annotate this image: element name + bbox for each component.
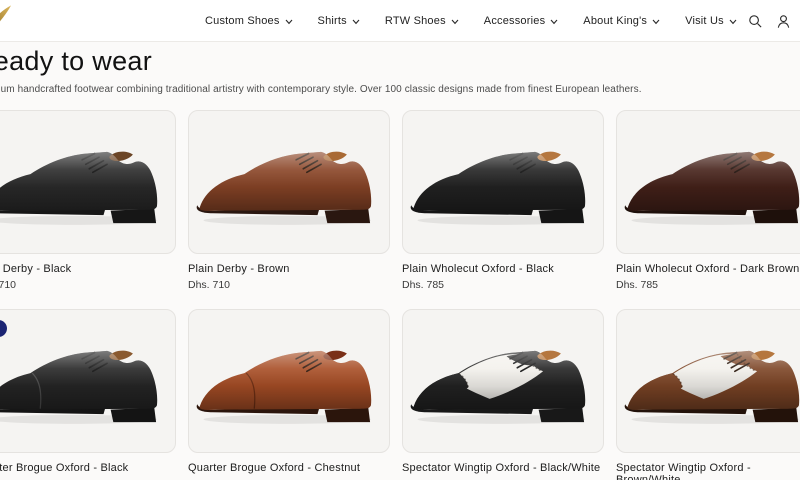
product-name[interactable]: Spectator Wingtip Oxford - Brown/White — [616, 462, 800, 480]
product-price: Dhs. 710 — [188, 279, 231, 291]
shoe-image — [624, 350, 800, 424]
page-title: Ready to wear — [0, 46, 152, 76]
product-grid: Plain Derby - Black Dhs. 710 — [0, 110, 800, 480]
product-card[interactable]: Spectator Wingtip Oxford - Brown/White — [616, 309, 800, 480]
shoe-image — [196, 350, 372, 424]
product-card[interactable]: Plain Derby - Brown Dhs. 710 — [188, 110, 390, 291]
product-price: Dhs. 785 — [616, 279, 659, 291]
page-subtitle: Premium handcrafted footwear combining t… — [0, 84, 642, 95]
product-name[interactable]: Quarter Brogue Oxford - Black — [0, 462, 176, 474]
nav-about-kings[interactable]: About King's — [583, 15, 660, 27]
product-image-frame — [402, 110, 604, 254]
main-nav: Custom Shoes Shirts RTW Shoes Accessorie… — [205, 0, 737, 42]
search-icon[interactable] — [748, 14, 763, 29]
product-card[interactable]: Sold out Quarter Brogue Oxford - Black — [0, 309, 176, 480]
shoe-image — [410, 151, 586, 225]
nav-rtw-shoes[interactable]: RTW Shoes — [385, 15, 459, 27]
product-name[interactable]: Plain Wholecut Oxford - Black — [402, 263, 604, 275]
shoe-image — [0, 151, 158, 225]
site-header: KING'S Custom Shoes Shirts RTW Shoes Acc… — [0, 0, 800, 42]
account-icon[interactable] — [776, 14, 791, 29]
product-image-frame — [188, 110, 390, 254]
chevron-down-icon — [451, 19, 459, 24]
product-name[interactable]: Quarter Brogue Oxford - Chestnut — [188, 462, 390, 474]
product-name[interactable]: Plain Wholecut Oxford - Dark Brown — [616, 263, 800, 275]
product-price: Dhs. 710 — [0, 279, 17, 291]
product-card[interactable]: Plain Wholecut Oxford - Black Dhs. 785 — [402, 110, 604, 291]
product-image-frame — [0, 110, 176, 254]
product-image-frame — [402, 309, 604, 453]
product-image-frame: Sold out — [0, 309, 176, 453]
product-name[interactable]: Spectator Wingtip Oxford - Black/White — [402, 462, 604, 474]
product-price: Dhs. 785 — [402, 279, 445, 291]
product-name[interactable]: Plain Derby - Black — [0, 263, 176, 275]
product-card[interactable]: Spectator Wingtip Oxford - Black/White — [402, 309, 604, 480]
chevron-down-icon — [550, 19, 558, 24]
product-image-frame — [616, 110, 800, 254]
product-image-frame — [616, 309, 800, 453]
shoe-image — [0, 350, 158, 424]
header-icons — [748, 0, 791, 42]
chevron-down-icon — [729, 19, 737, 24]
chevron-down-icon — [352, 19, 360, 24]
shoe-image — [624, 151, 800, 225]
product-card[interactable]: Plain Wholecut Oxford - Dark Brown Dhs. … — [616, 110, 800, 291]
nav-custom-shoes[interactable]: Custom Shoes — [205, 15, 293, 27]
shoe-image — [410, 350, 586, 424]
feather-logo-icon — [0, 5, 12, 22]
product-card[interactable]: Quarter Brogue Oxford - Chestnut — [188, 309, 390, 480]
chevron-down-icon — [285, 19, 292, 24]
nav-accessories[interactable]: Accessories — [484, 15, 559, 27]
product-image-frame — [188, 309, 390, 453]
nav-shirts[interactable]: Shirts — [318, 15, 360, 27]
chevron-down-icon — [652, 19, 660, 24]
shoe-image — [196, 151, 372, 225]
brand-logo[interactable]: KING'S — [0, 1, 26, 41]
nav-visit-us[interactable]: Visit Us — [685, 15, 737, 27]
main-content: Ready to wear Premium handcrafted footwe… — [0, 42, 800, 480]
product-card[interactable]: Plain Derby - Black Dhs. 710 — [0, 110, 176, 291]
product-name[interactable]: Plain Derby - Brown — [188, 263, 390, 275]
